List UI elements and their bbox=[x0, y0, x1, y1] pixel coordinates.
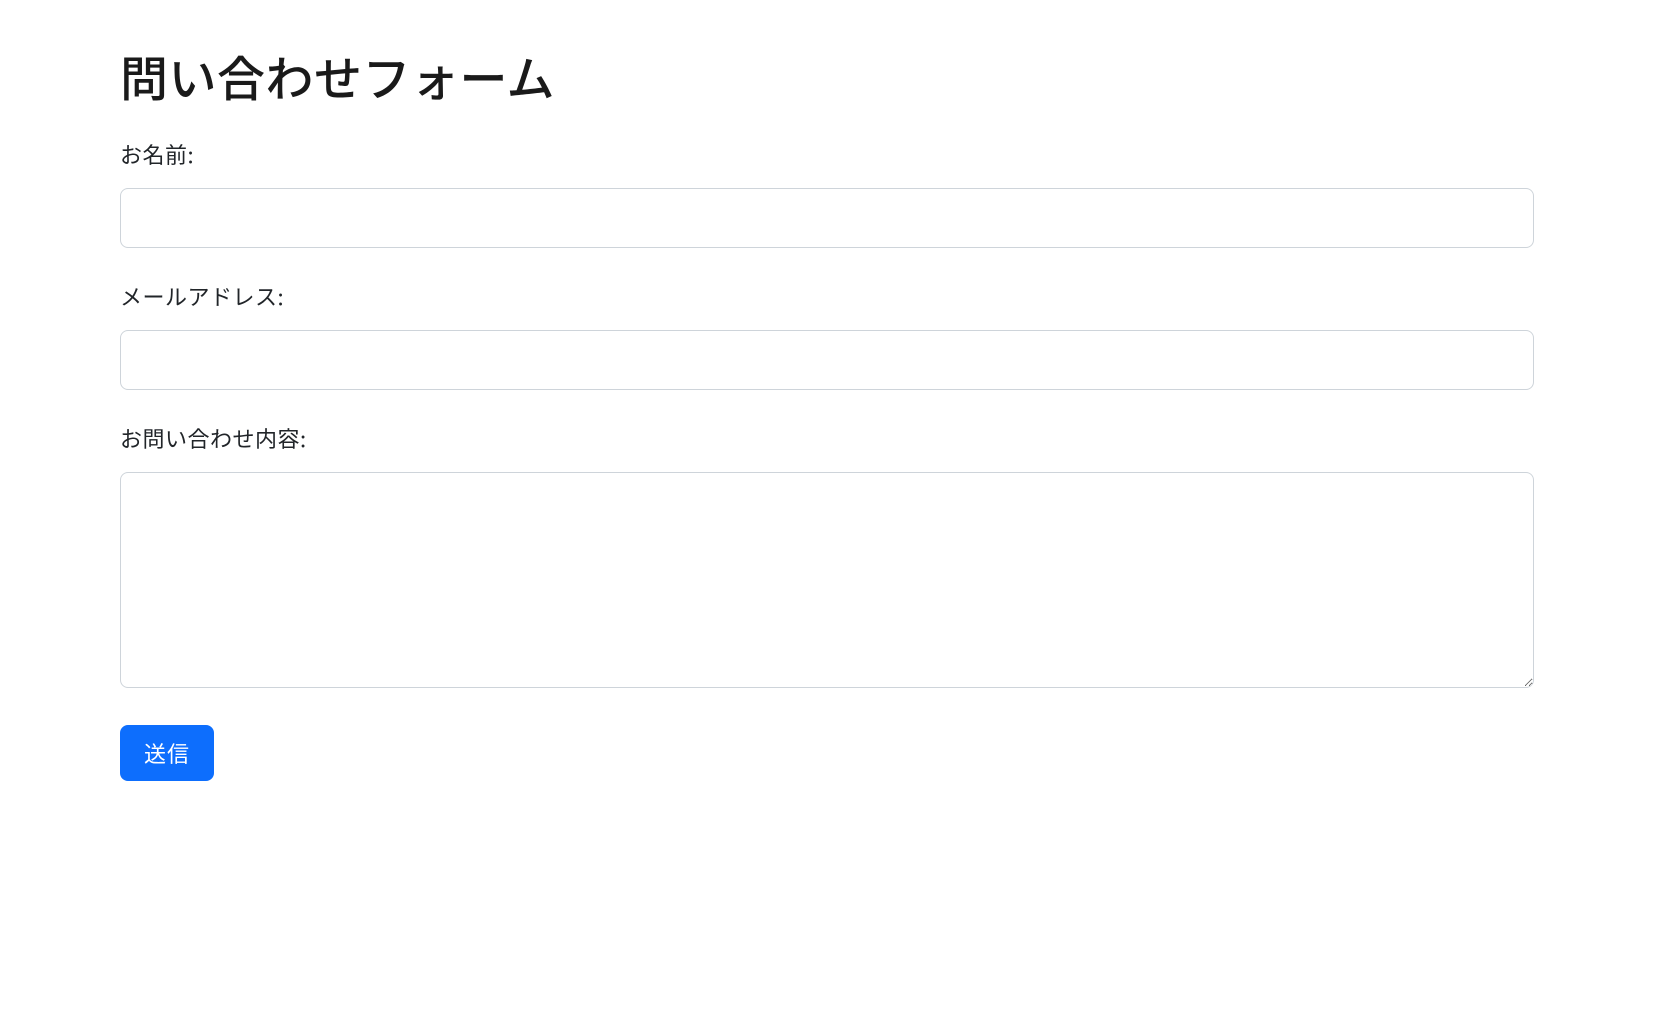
message-field-group: お問い合わせ内容: bbox=[120, 422, 1534, 693]
email-label: メールアドレス: bbox=[120, 280, 1534, 312]
form-title: 問い合わせフォーム bbox=[120, 40, 1534, 110]
contact-form: お名前: メールアドレス: お問い合わせ内容: 送信 bbox=[120, 138, 1534, 781]
message-label: お問い合わせ内容: bbox=[120, 422, 1534, 454]
message-textarea[interactable] bbox=[120, 472, 1534, 688]
name-field-group: お名前: bbox=[120, 138, 1534, 248]
email-input[interactable] bbox=[120, 330, 1534, 390]
submit-button[interactable]: 送信 bbox=[120, 725, 214, 781]
name-label: お名前: bbox=[120, 138, 1534, 170]
email-field-group: メールアドレス: bbox=[120, 280, 1534, 390]
name-input[interactable] bbox=[120, 188, 1534, 248]
